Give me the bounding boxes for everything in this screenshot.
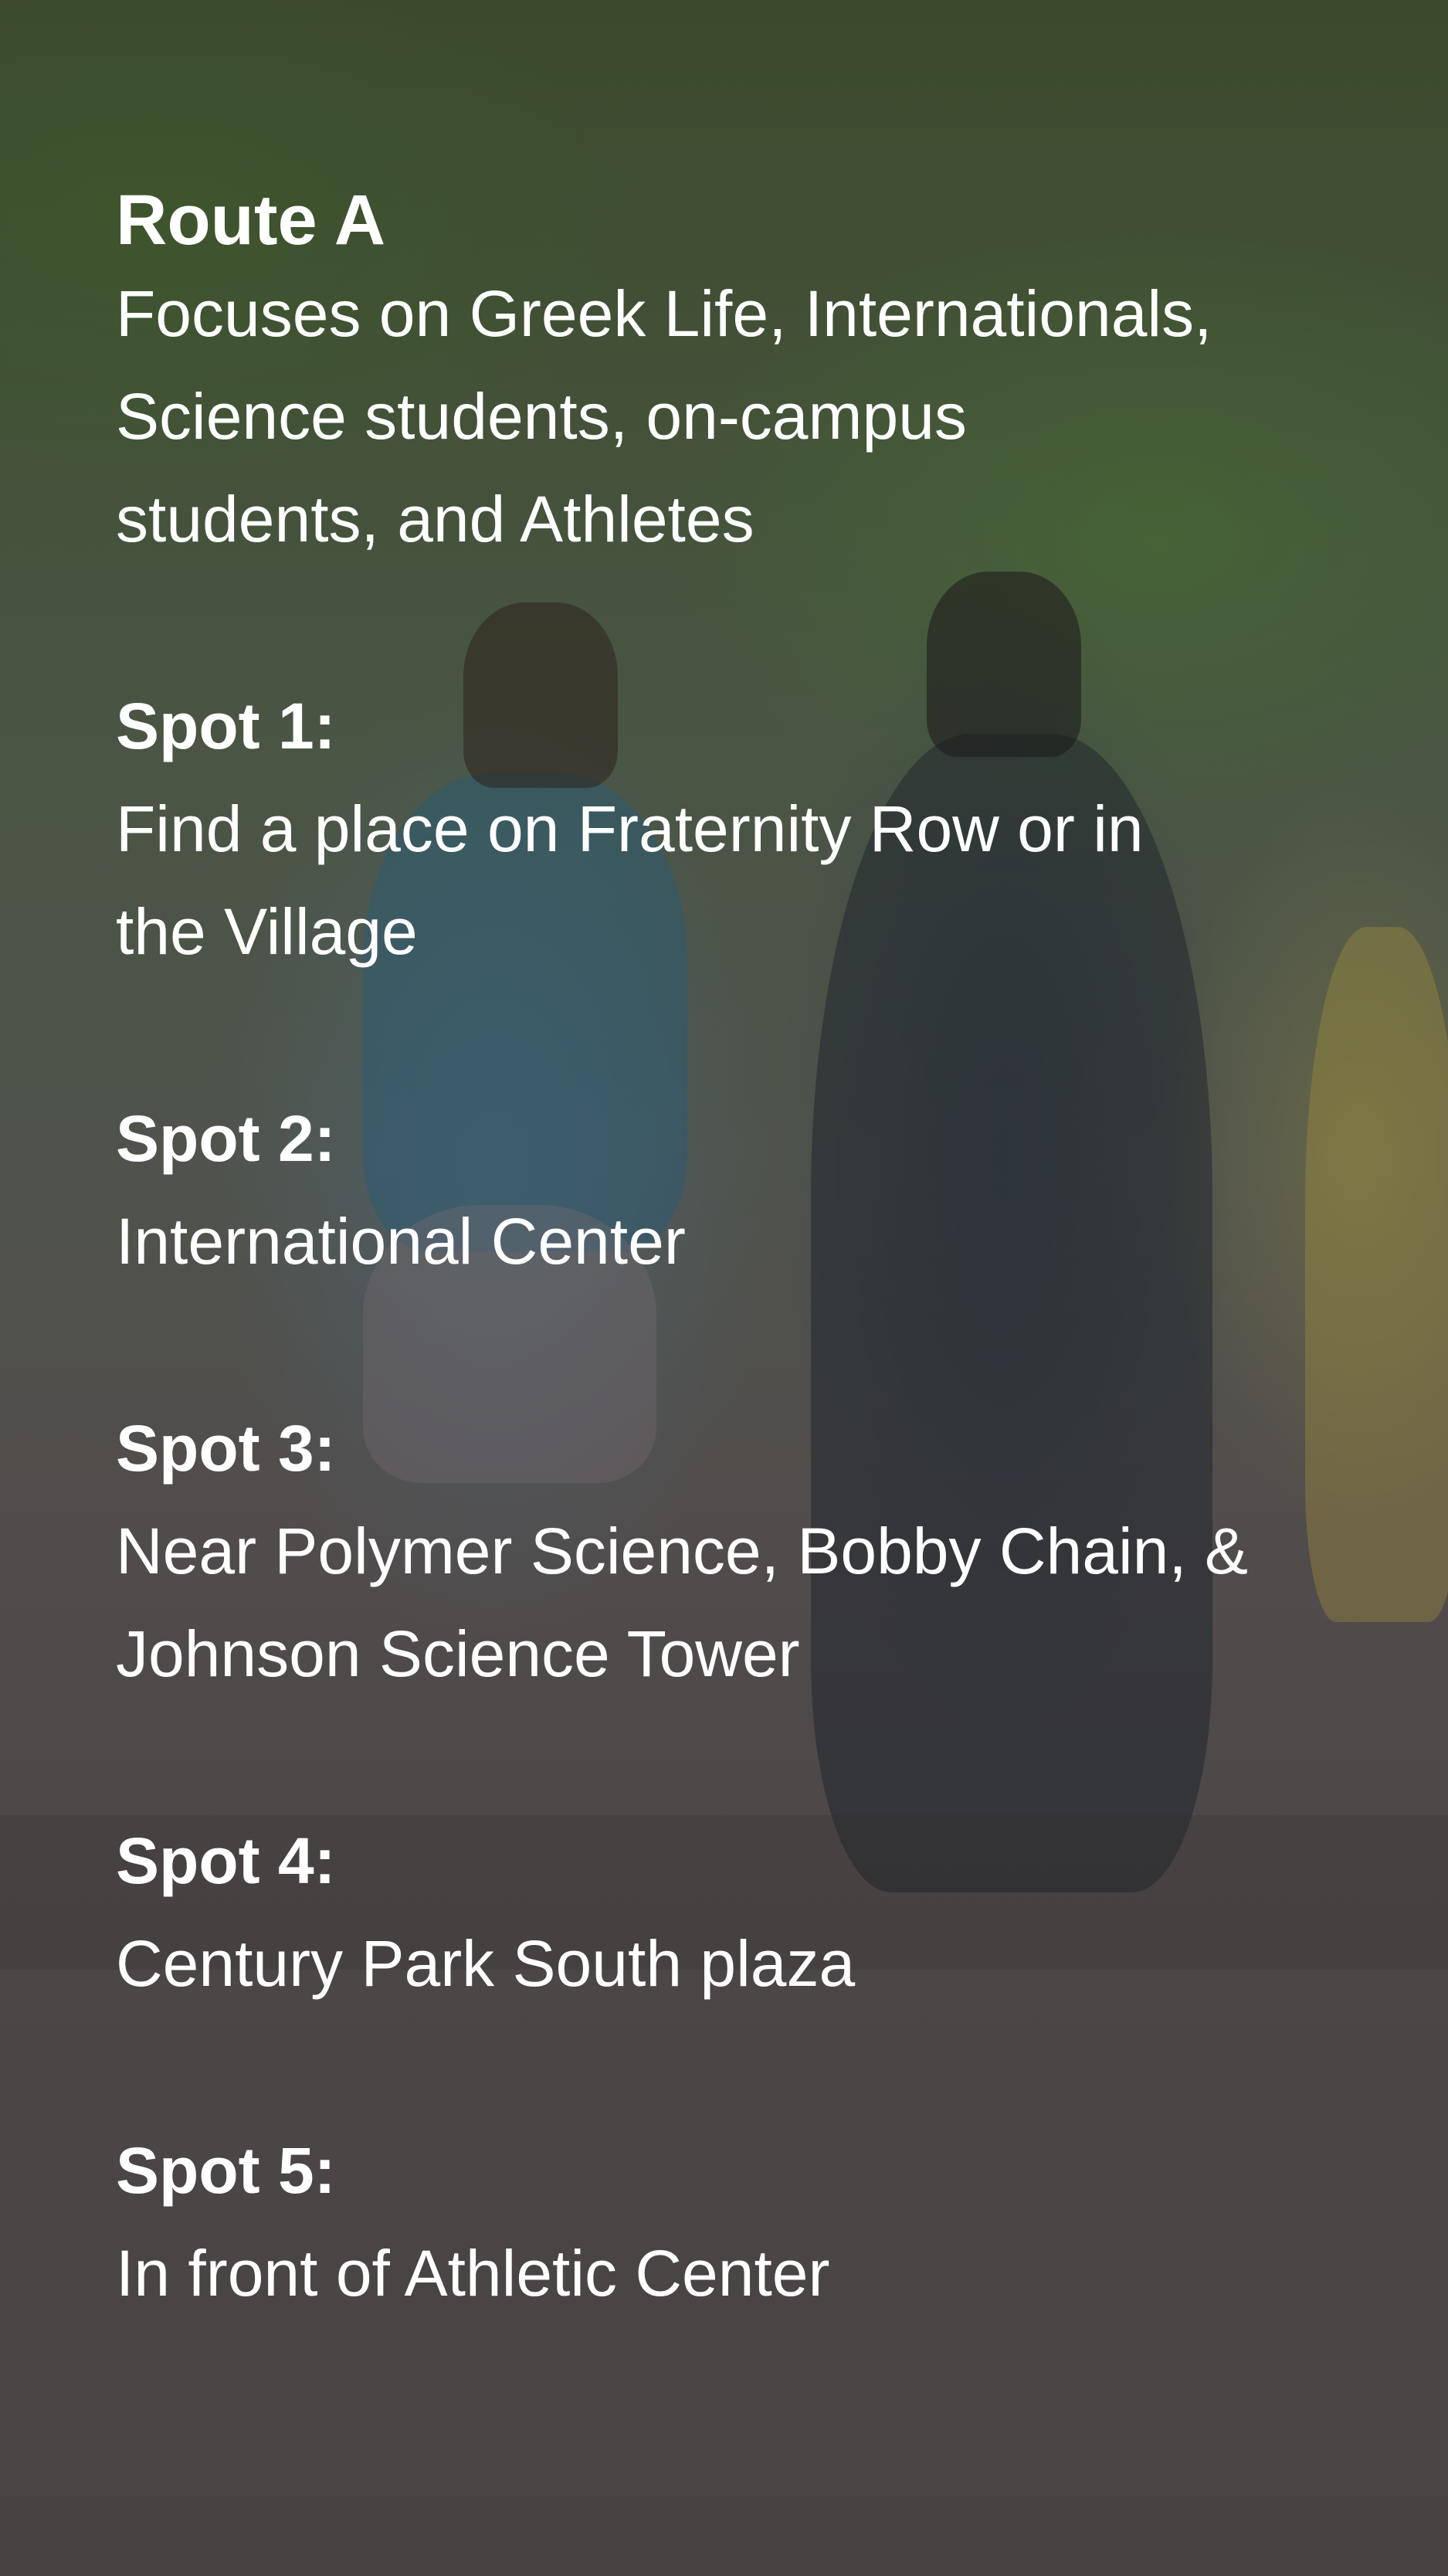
route-description-line: Science students, on-campus <box>116 380 967 453</box>
route-description-line: students, and Athletes <box>116 483 755 556</box>
spot-5: Spot 5: In front of Athletic Center <box>116 2120 1351 2325</box>
spot-label: Spot 3: <box>116 1412 336 1485</box>
spot-text: Near Polymer Science, Bobby Chain, & <box>116 1515 1249 1588</box>
route-info: Route A Focuses on Greek Life, Internati… <box>116 178 1351 2325</box>
spot-text: Century Park South plaza <box>116 1927 856 2001</box>
route-title: Route A <box>116 181 386 260</box>
spot-1: Spot 1: Find a place on Fraternity Row o… <box>116 675 1351 983</box>
route-description-line: Focuses on Greek Life, Internationals, <box>116 277 1212 351</box>
spot-4: Spot 4: Century Park South plaza <box>116 1810 1351 2015</box>
spot-label: Spot 4: <box>116 1824 336 1898</box>
spot-label: Spot 1: <box>116 690 336 763</box>
spot-text: Find a place on Fraternity Row or in <box>116 792 1144 866</box>
spot-text: the Village <box>116 895 418 969</box>
spot-text: In front of Athletic Center <box>116 2237 830 2310</box>
spot-text: International Center <box>116 1205 686 1278</box>
spot-label: Spot 2: <box>116 1102 336 1176</box>
spot-text: Johnson Science Tower <box>116 1617 800 1691</box>
spot-label: Spot 5: <box>116 2134 336 2208</box>
spot-2: Spot 2: International Center <box>116 1088 1351 1293</box>
spot-3: Spot 3: Near Polymer Science, Bobby Chai… <box>116 1397 1351 1705</box>
